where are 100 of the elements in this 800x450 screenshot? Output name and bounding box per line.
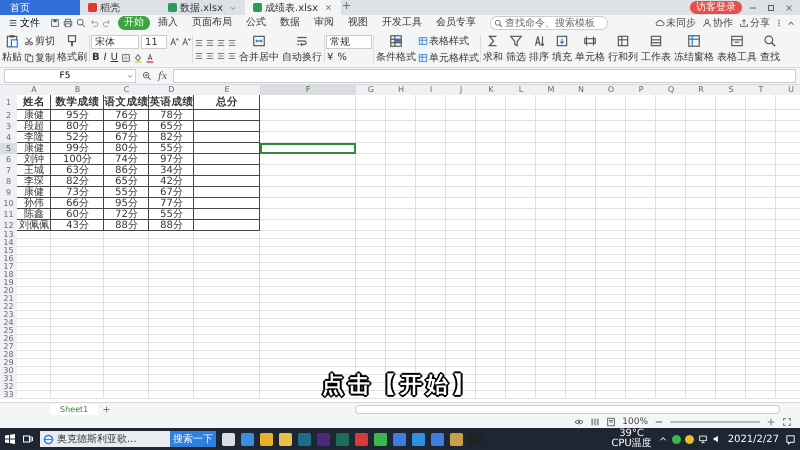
align-icon[interactable] [194, 50, 204, 60]
row-header[interactable]: 21 [0, 295, 17, 303]
row-header[interactable]: 7 [0, 165, 17, 176]
row-header[interactable]: 10 [0, 198, 17, 209]
preview-icon[interactable] [76, 18, 86, 28]
row-header[interactable]: 11 [0, 209, 17, 220]
align-icon[interactable] [216, 38, 226, 48]
row-header[interactable]: 13 [0, 231, 17, 239]
ribbon-button[interactable]: 表格工具 [716, 34, 758, 64]
row-header[interactable]: 18 [0, 271, 17, 279]
decrease-font-icon[interactable] [181, 37, 191, 47]
document-tab[interactable]: 数据.xlsx [160, 0, 246, 15]
column-header[interactable]: B [51, 85, 104, 95]
row-header[interactable]: 8 [0, 176, 17, 187]
conditional-format-button[interactable]: 条件格式 [375, 34, 417, 64]
toolbar-link[interactable]: 未同步 [653, 16, 698, 30]
print-icon[interactable] [63, 18, 73, 28]
row-header[interactable]: 32 [0, 383, 17, 391]
row-header[interactable]: 22 [0, 303, 17, 311]
align-icon[interactable] [227, 38, 237, 48]
align-icon[interactable] [205, 38, 215, 48]
login-button[interactable]: 访客登录 [690, 1, 742, 14]
network-icon[interactable] [698, 434, 708, 444]
command-search-field[interactable]: 查找命令、搜索模板 [490, 16, 608, 30]
row-header[interactable]: 16 [0, 255, 17, 263]
horizontal-scrollbar[interactable] [355, 404, 780, 414]
column-header[interactable]: T [746, 85, 776, 95]
ribbon-button[interactable]: 单元格 [574, 34, 606, 64]
table-style-button[interactable]: 表格样式 [418, 34, 479, 48]
format-painter-button[interactable]: 格式刷 [56, 34, 88, 64]
column-header[interactable]: K [476, 85, 506, 95]
menu-tab[interactable]: 页面布局 [186, 16, 238, 30]
column-header[interactable]: L [506, 85, 536, 95]
border-icon[interactable] [120, 52, 131, 62]
row-header[interactable]: 28 [0, 351, 17, 359]
increase-font-icon[interactable] [169, 37, 179, 47]
document-tab[interactable]: 成绩表.xlsx [245, 0, 342, 15]
row-header[interactable]: 26 [0, 335, 17, 343]
formula-input[interactable] [173, 69, 796, 83]
taskbar-app-icon[interactable] [260, 432, 273, 446]
document-tab[interactable]: 首页 [0, 0, 80, 15]
paste-button[interactable]: 粘贴 [1, 34, 23, 64]
new-tab-icon[interactable] [341, 0, 352, 11]
ribbon-button[interactable]: 工作表 [640, 34, 672, 64]
align-icon[interactable] [205, 50, 215, 60]
zoom-in-icon[interactable] [766, 416, 776, 426]
column-header[interactable]: Q [656, 85, 686, 95]
taskbar-app-icon[interactable] [450, 432, 463, 446]
column-header[interactable]: F [260, 85, 356, 95]
close-icon[interactable] [784, 2, 794, 12]
add-sheet-icon[interactable] [102, 404, 112, 414]
document-tab[interactable]: 稻壳 [80, 0, 160, 15]
column-header[interactable]: J [446, 85, 476, 95]
name-box[interactable]: F5 [4, 69, 136, 83]
windows-icon[interactable] [4, 433, 16, 445]
row-header[interactable]: 31 [0, 375, 17, 383]
column-header[interactable]: O [596, 85, 626, 95]
menu-tab[interactable]: 会员专享 [430, 16, 482, 30]
column-header[interactable]: D [149, 85, 194, 95]
row-header[interactable]: 19 [0, 279, 17, 287]
align-icon[interactable] [227, 50, 237, 60]
row-header[interactable]: 27 [0, 343, 17, 351]
sheet-tab[interactable]: Sheet1 [50, 404, 98, 414]
column-header[interactable]: G [356, 85, 386, 95]
column-header[interactable]: A [17, 85, 51, 95]
font-size-dropdown[interactable]: 11 [141, 35, 167, 49]
zoom-icon[interactable] [142, 71, 152, 81]
number-format-button[interactable]: % [336, 52, 348, 63]
font-name-dropdown[interactable]: 宋体 [91, 35, 139, 49]
column-header[interactable]: U [776, 85, 800, 95]
row-header[interactable]: 14 [0, 239, 17, 247]
menu-tab[interactable]: 开始 [118, 16, 150, 30]
wrap-text-button[interactable]: 自动换行 [281, 34, 323, 64]
menu-tab[interactable]: 视图 [342, 16, 374, 30]
menu-tab[interactable]: 数据 [274, 16, 306, 30]
row-header[interactable]: 12 [0, 220, 17, 231]
notification-icon[interactable] [785, 434, 796, 444]
row-header[interactable]: 30 [0, 367, 17, 375]
taskbar-app-icon[interactable] [279, 432, 292, 446]
row-header[interactable]: 9 [0, 187, 17, 198]
column-header[interactable]: N [566, 85, 596, 95]
cut-button[interactable]: 剪切 [24, 34, 55, 48]
menu-tab[interactable]: 开发工具 [376, 16, 428, 30]
ribbon-button[interactable]: 冻结窗格 [673, 34, 715, 64]
row-header[interactable]: 25 [0, 327, 17, 335]
number-format-dropdown[interactable]: 常规 [326, 35, 372, 49]
fill-color-icon[interactable] [132, 52, 143, 62]
selected-cell[interactable] [260, 143, 356, 154]
column-header[interactable]: R [686, 85, 716, 95]
zoom-level[interactable]: 100% [622, 416, 648, 426]
copy-button[interactable]: 复制 [24, 50, 55, 64]
toolbar-link[interactable]: 协作 [700, 16, 735, 30]
column-header[interactable]: H [386, 85, 416, 95]
redo-icon[interactable] [102, 18, 112, 28]
font-color-icon[interactable] [144, 52, 155, 62]
italic-button[interactable]: I [102, 52, 108, 63]
row-header[interactable]: 23 [0, 311, 17, 319]
underline-button[interactable]: U [110, 52, 119, 63]
ribbon-button[interactable]: 填充 [551, 34, 573, 64]
page-view-icon[interactable] [606, 416, 616, 426]
